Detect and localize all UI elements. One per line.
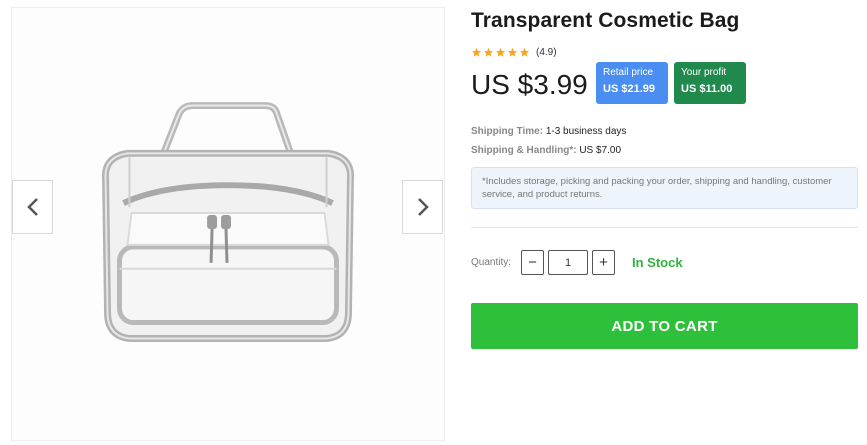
- shipping-handling-value: US $7.00: [579, 145, 622, 156]
- quantity-label: Quantity:: [471, 257, 512, 268]
- rating-stars: [471, 47, 530, 58]
- star-icon: [495, 47, 506, 57]
- product-gallery: [11, 7, 445, 441]
- retail-price-value: US $21.99: [603, 83, 655, 95]
- shipping-note: *Includes storage, picking and packing y…: [471, 167, 858, 209]
- product-price: US $3.99: [471, 69, 588, 100]
- quantity-input[interactable]: [548, 250, 588, 275]
- quantity-decrease-button[interactable]: −: [521, 250, 544, 275]
- add-to-cart-button[interactable]: ADD TO CART: [471, 303, 858, 349]
- previous-image-button[interactable]: [12, 180, 53, 234]
- rating-text: (4.9): [536, 47, 557, 58]
- rating: (4.9): [471, 47, 557, 58]
- shipping-time: Shipping Time: 1-3 business days: [471, 126, 626, 137]
- profit-value: US $11.00: [681, 83, 733, 95]
- product-image: [12, 8, 444, 440]
- shipping-time-value: 1-3 business days: [545, 126, 627, 137]
- retail-price-label: Retail price: [603, 67, 654, 78]
- star-icon: [483, 47, 494, 57]
- shipping-handling-label: Shipping & Handling*:: [471, 145, 577, 156]
- next-image-button[interactable]: [402, 180, 443, 234]
- profit-badge: Your profit US $11.00: [674, 62, 746, 104]
- divider: [471, 227, 858, 228]
- chevron-left-icon: [26, 198, 38, 216]
- retail-price-badge: Retail price US $21.99: [596, 62, 668, 104]
- star-icon: [507, 47, 518, 57]
- shipping-handling: Shipping & Handling*: US $7.00: [471, 145, 621, 156]
- star-icon: [519, 47, 530, 57]
- chevron-right-icon: [417, 198, 429, 216]
- product-title: Transparent Cosmetic Bag: [471, 9, 740, 32]
- quantity-increase-button[interactable]: +: [592, 250, 615, 275]
- star-icon: [471, 47, 482, 57]
- shipping-time-label: Shipping Time:: [471, 126, 544, 137]
- profit-label: Your profit: [681, 67, 727, 78]
- stock-status: In Stock: [632, 255, 683, 270]
